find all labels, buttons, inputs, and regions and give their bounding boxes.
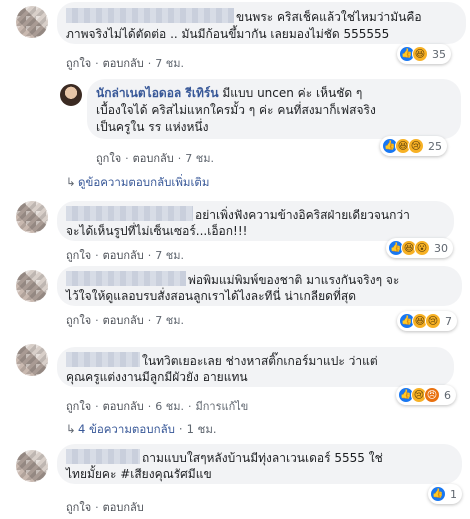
redacted-name[interactable] [66, 8, 234, 23]
like-reaction-icon: 👍 [430, 486, 446, 502]
commenter-avatar[interactable] [16, 201, 48, 233]
timestamp[interactable]: 7 ชม. [155, 314, 184, 327]
comment-actions: ถูกใจ · ตอบกลับ · 7 ชม. [66, 249, 184, 262]
comment-actions: ถูกใจ · ตอบกลับ · 6 ชม. · มีการแก้ไข [66, 400, 249, 413]
reply-link[interactable]: ตอบกลับ [103, 249, 144, 262]
reply-link[interactable]: ตอบกลับ [103, 57, 144, 70]
reply-author-avatar[interactable] [60, 84, 82, 106]
angry-reaction-icon: 😠 [424, 387, 440, 403]
timestamp[interactable]: 7 ชม. [155, 249, 184, 262]
reply-link[interactable]: ตอบกลับ [103, 314, 144, 327]
reaction-summary[interactable]: 👍 1 [428, 484, 462, 504]
commenter-avatar[interactable] [16, 450, 48, 482]
commenter-avatar[interactable] [16, 270, 48, 302]
commenter-avatar[interactable] [16, 6, 48, 38]
comment-text: ขนพระ คริสเช็คแล้วใช่ไหมว่ามันคือ [66, 8, 422, 25]
reply-link[interactable]: ตอบกลับ [133, 152, 174, 165]
timestamp[interactable]: 7 ชม. [185, 152, 214, 165]
sad-reaction-icon: 😢 [408, 138, 424, 154]
comment-text: ไทยมั้ยคะ #เสียงคุณรัศมีแข [66, 467, 212, 481]
like-link[interactable]: ถูกใจ [66, 249, 91, 262]
comment-text: ถามแบบใสๆหลังบ้านมีทุ่งลาเวนเดอร์ 5555 ใ… [66, 449, 383, 466]
like-link[interactable]: ถูกใจ [66, 501, 91, 514]
comment-text: ในทวิตเยอะเลย ช่างหาสติ๊กเกอร์มาแปะ ว่าแ… [66, 352, 378, 369]
wow-reaction-icon: 😮 [414, 240, 430, 256]
reply-link[interactable]: ตอบกลับ [103, 400, 144, 413]
comment-text: นักล่าเนตไอดอล รีเทิร์น มีแบบ uncen ค่ะ … [96, 86, 363, 100]
redacted-name[interactable] [66, 449, 140, 464]
reaction-summary[interactable]: 👍 😆 😮 30 [386, 238, 453, 258]
reaction-summary[interactable]: 👍 😆 35 [397, 44, 451, 64]
comment-actions: ถูกใจ · ตอบกลับ · 7 ชม. [66, 57, 184, 70]
reaction-summary[interactable]: 👍 😆 😢 7 [397, 311, 457, 331]
comment-author-link[interactable]: นักล่าเนตไอดอล รีเทิร์น [96, 86, 219, 100]
redacted-name[interactable] [66, 271, 186, 286]
edited-label[interactable]: มีการแก้ไข [195, 400, 248, 413]
comment-actions: ถูกใจ · ตอบกลับ [66, 501, 144, 514]
reply-arrow-icon: ↳ [66, 175, 76, 189]
comment-text: อย่าเพิ่งฟังความข้างอิคริสฝ่ายเดียวจนกว่… [66, 206, 410, 223]
redacted-name[interactable] [66, 352, 140, 367]
timestamp[interactable]: 7 ชม. [155, 57, 184, 70]
like-link[interactable]: ถูกใจ [66, 57, 91, 70]
comment-text: เป็นครูใน รร แห่งหนึ่ง [96, 120, 209, 134]
view-more-replies-link[interactable]: ↳ ดูข้อความตอบกลับเพิ่มเติม [66, 174, 209, 192]
comment-text: ภาพจริงไม่ได้ตัดต่อ .. มันมีก้อนขึ้มากัน… [66, 27, 390, 41]
sad-reaction-icon: 😢 [425, 313, 441, 329]
redacted-name[interactable] [66, 206, 193, 221]
reaction-summary[interactable]: 👍 😢 😠 6 [396, 385, 456, 405]
comment-actions: ถูกใจ · ตอบกลับ · 7 ชม. [96, 152, 214, 165]
reaction-summary[interactable]: 👍 😆 😢 25 [380, 136, 447, 156]
commenter-avatar[interactable] [16, 344, 48, 376]
haha-reaction-icon: 😆 [412, 46, 428, 62]
comment-text: พ่อพิมแม่พิมพ์ของชาติ มาแรงกันจริงๆ จะ [66, 271, 399, 288]
comment-text: ไว้ใจให้ดูแลอบรบสั่งสอนลูกเราได้ไงละทีนี… [66, 289, 356, 303]
like-link[interactable]: ถูกใจ [66, 314, 91, 327]
comment-text: คุณครูแต่งงานมีลูกมีผัวยัง อายแทน [66, 370, 248, 384]
view-replies-link[interactable]: ↳ 4 ข้อความตอบกลับ · 1 ชม. [66, 421, 217, 439]
reply-link[interactable]: ตอบกลับ [103, 501, 144, 514]
comment-actions: ถูกใจ · ตอบกลับ · 7 ชม. [66, 314, 184, 327]
like-link[interactable]: ถูกใจ [66, 400, 91, 413]
reply-arrow-icon: ↳ [66, 422, 76, 436]
comment-text: เบื้องใจได้ คริสไม่แหกใครมั้ว ๆ ค่ะ คนที… [96, 103, 376, 117]
timestamp[interactable]: 6 ชม. [155, 400, 184, 413]
comment-text: จะได้เห็นรูปที่ไม่เซ็นเซอร์...เอ็อก!!! [66, 224, 248, 238]
like-link[interactable]: ถูกใจ [96, 152, 121, 165]
